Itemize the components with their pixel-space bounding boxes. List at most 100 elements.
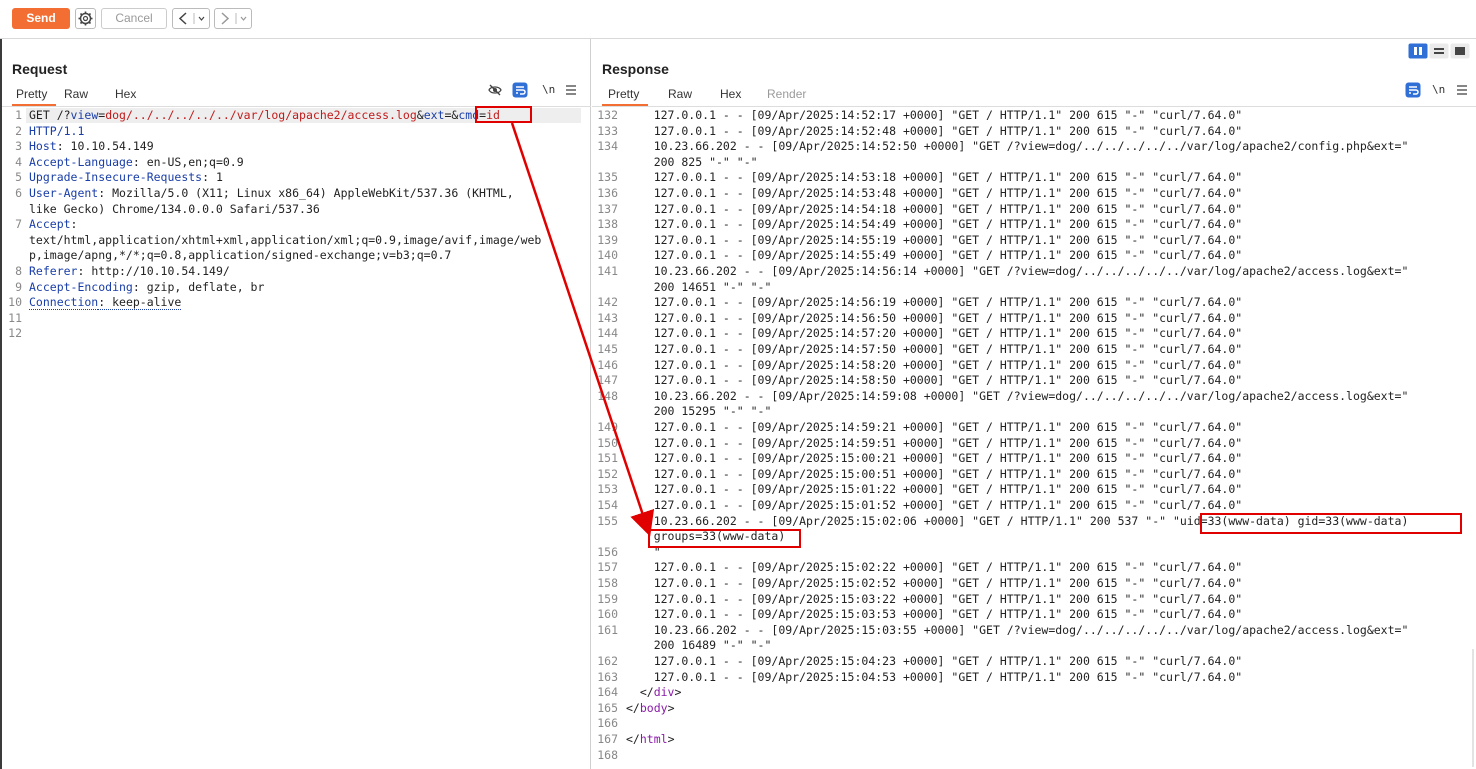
line-number: 157 [597, 560, 618, 575]
line-number: 151 [597, 451, 618, 466]
response-line: 127.0.0.1 - - [09/Apr/2025:15:04:53 +000… [626, 669, 1243, 684]
code-token: text/html,application/xhtml+xml,applicat… [29, 232, 542, 247]
code-token: Accept [29, 217, 71, 232]
response-line: 200 16489 "-" "-" [626, 638, 772, 653]
response-tab-hex[interactable]: Hex [720, 87, 741, 101]
menu-icon[interactable] [1456, 84, 1468, 96]
code-token: : keep-alive [98, 295, 182, 311]
request-line: GET /?view=dog/../../../../../var/log/ap… [29, 108, 500, 122]
response-line: 127.0.0.1 - - [09/Apr/2025:14:59:21 +000… [626, 420, 1243, 434]
line-number: 150 [597, 435, 618, 450]
code-token: Referer [29, 264, 78, 278]
wrap-lines-icon[interactable] [1405, 82, 1421, 98]
line-number: 158 [597, 576, 618, 590]
settings-gear-button[interactable] [75, 8, 96, 29]
response-pane: Response Pretty Raw Hex Render \n 132 12… [592, 39, 1476, 769]
line-number: 9 [15, 279, 22, 294]
response-tab-raw[interactable]: Raw [668, 87, 692, 101]
line-number: 167 [597, 732, 618, 746]
response-tab-render[interactable]: Render [767, 87, 806, 101]
line-number: 5 [15, 170, 22, 185]
send-button[interactable]: Send [12, 8, 70, 29]
line-number: 145 [597, 342, 618, 356]
line-number: 164 [597, 685, 618, 700]
response-line: 127.0.0.1 - - [09/Apr/2025:15:00:51 +000… [626, 466, 1243, 481]
request-pane: Request Pretty Raw Hex \n 1 GET /?view=do… [0, 39, 591, 769]
response-tab-pretty[interactable]: Pretty [608, 87, 639, 101]
line-number: 8 [15, 264, 22, 278]
response-line: 127.0.0.1 - - [09/Apr/2025:14:58:50 +000… [626, 373, 1243, 388]
line-number: 137 [597, 201, 618, 216]
code-token: : 1 [202, 170, 223, 185]
code-token: GET /? [29, 108, 71, 122]
annotation-box-groups [648, 529, 801, 548]
response-line: </div> [626, 685, 682, 700]
forward-button[interactable] [214, 8, 252, 29]
code-token: : gzip, deflate, br [132, 279, 265, 294]
code-token: : Mozilla/5.0 (X11; Linux x86_64) AppleW… [98, 186, 514, 200]
line-number: 156 [597, 544, 618, 559]
response-line: 127.0.0.1 - - [09/Apr/2025:14:56:19 +000… [626, 295, 1243, 310]
line-number: 135 [597, 170, 618, 185]
line-number: 160 [597, 607, 618, 622]
line-number: 163 [597, 669, 618, 684]
response-line: 127.0.0.1 - - [09/Apr/2025:14:52:48 +000… [626, 123, 1243, 138]
code-token: : 10.10.54.149 [56, 139, 154, 154]
response-line: 127.0.0.1 - - [09/Apr/2025:14:57:50 +000… [626, 342, 1243, 356]
line-number: 139 [597, 232, 618, 247]
forward-arrow-icon [221, 12, 247, 25]
response-line: 127.0.0.1 - - [09/Apr/2025:15:01:22 +000… [626, 482, 1243, 497]
code-token: : en-US,en;q=0.9 [132, 154, 244, 169]
response-line: 127.0.0.1 - - [09/Apr/2025:15:00:21 +000… [626, 451, 1243, 466]
hide-eye-icon[interactable] [487, 82, 503, 98]
code-token: dog/../../../../../var/log/apache2/acces… [105, 108, 417, 122]
line-number: 136 [597, 186, 618, 200]
response-line: 127.0.0.1 - - [09/Apr/2025:14:55:49 +000… [626, 248, 1243, 263]
response-line: 10.23.66.202 - - [09/Apr/2025:14:59:08 +… [626, 388, 1409, 403]
divider [592, 106, 1476, 107]
line-number: 146 [597, 357, 618, 372]
request-line: Upgrade-Insecure-Requests: 1 [29, 170, 223, 184]
request-line: p,image/apng,*/*;q=0.8,application/signe… [29, 248, 451, 262]
line-number: 11 [8, 310, 22, 325]
layout-toggle-group[interactable] [1408, 43, 1470, 59]
response-line: 127.0.0.1 - - [09/Apr/2025:15:02:22 +000… [626, 560, 1243, 575]
response-line: 127.0.0.1 - - [09/Apr/2025:15:04:23 +000… [626, 654, 1243, 668]
response-line: 127.0.0.1 - - [09/Apr/2025:15:03:22 +000… [626, 591, 1243, 606]
code-token: User-Agent [29, 186, 99, 200]
request-tab-pretty[interactable]: Pretty [16, 87, 47, 101]
line-number: 3 [15, 139, 22, 154]
back-arrow-icon [178, 12, 205, 25]
response-line: </html> [626, 732, 675, 746]
line-number: 153 [597, 482, 618, 497]
line-number: 162 [597, 654, 618, 668]
response-line: 127.0.0.1 - - [09/Apr/2025:14:57:20 +000… [626, 326, 1243, 341]
newline-toggle-icon[interactable]: \n [542, 83, 555, 96]
gear-icon [78, 11, 93, 26]
request-tab-raw[interactable]: Raw [64, 87, 88, 101]
request-tab-hex[interactable]: Hex [115, 87, 136, 101]
code-token: : [70, 217, 78, 232]
response-tabs: Pretty Raw Hex Render [608, 87, 908, 103]
line-number: 148 [597, 388, 618, 403]
response-line: 200 825 "-" "-" [626, 154, 758, 169]
request-line: text/html,application/xhtml+xml,applicat… [29, 233, 541, 247]
menu-icon[interactable] [565, 84, 577, 96]
code-token: Accept-Encoding [29, 279, 133, 294]
newline-toggle-icon[interactable]: \n [1432, 83, 1445, 96]
scrollbar[interactable] [1472, 649, 1474, 767]
line-number: 159 [597, 591, 618, 606]
response-line: 127.0.0.1 - - [09/Apr/2025:15:01:52 +000… [626, 498, 1243, 512]
line-number: 143 [597, 310, 618, 325]
annotation-box-cmd [475, 106, 532, 123]
response-line: 200 14651 "-" "-" [626, 279, 772, 294]
line-number: 132 [597, 108, 618, 122]
code-token: ext [423, 108, 445, 122]
cancel-button[interactable]: Cancel [101, 8, 167, 29]
response-line: 127.0.0.1 - - [09/Apr/2025:14:52:17 +000… [626, 108, 1243, 122]
response-line: 127.0.0.1 - - [09/Apr/2025:14:55:19 +000… [626, 232, 1243, 247]
code-token: Connection [29, 295, 99, 311]
wrap-lines-icon[interactable] [512, 82, 528, 98]
back-button[interactable] [172, 8, 210, 29]
line-number: 134 [597, 139, 618, 154]
